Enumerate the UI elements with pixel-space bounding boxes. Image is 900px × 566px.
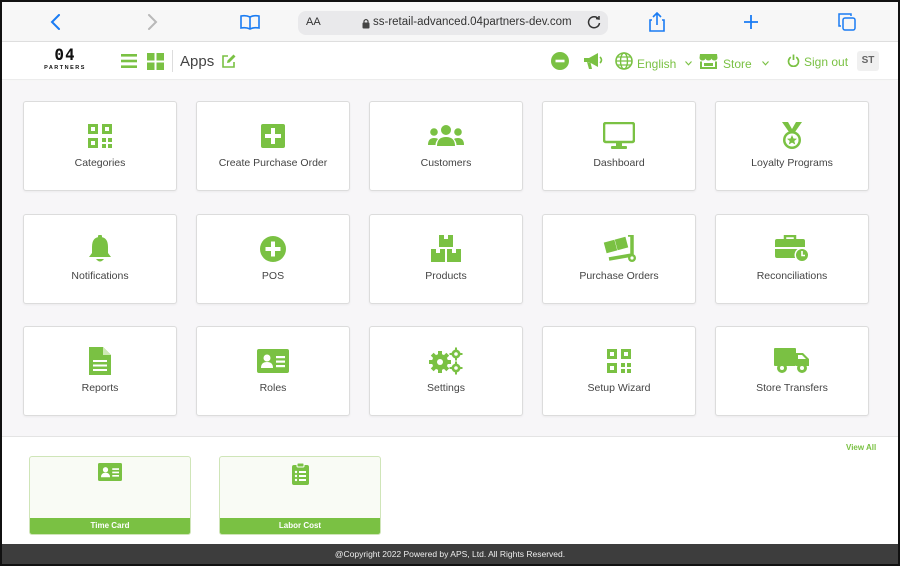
- plus-square-icon: [197, 122, 349, 150]
- url-text: ss-retail-advanced.04partners-dev.com: [373, 16, 572, 28]
- app-card-label: Create Purchase Order: [218, 157, 328, 169]
- app-card-settings[interactable]: Settings: [369, 326, 523, 416]
- app-card-store-transfers[interactable]: Store Transfers: [715, 326, 869, 416]
- edit-icon[interactable]: [222, 54, 236, 68]
- app-card-label: Reconciliations: [756, 270, 828, 282]
- app-card-label: Reports: [81, 382, 119, 394]
- dolly-icon: [543, 235, 695, 263]
- language-label: English: [637, 57, 677, 71]
- app-card-notifications[interactable]: Notifications: [23, 214, 177, 304]
- bell-icon: [24, 235, 176, 263]
- widget-label: Labor Cost: [220, 518, 380, 534]
- truck-icon: [716, 347, 868, 375]
- book-icon[interactable]: [238, 10, 262, 34]
- globe-icon[interactable]: [615, 52, 633, 70]
- apps-grid-icon[interactable]: [147, 53, 164, 70]
- app-card-label: Products: [425, 270, 467, 282]
- id-card-icon: [30, 463, 190, 481]
- boxes-icon: [370, 235, 522, 263]
- plus-circle-icon: [197, 235, 349, 263]
- app-card-label: Categories: [74, 157, 126, 169]
- view-all-link[interactable]: View All: [846, 443, 876, 452]
- app-card-label: Customers: [420, 157, 472, 169]
- hamburger-menu-icon[interactable]: [121, 53, 137, 69]
- app-card-label: Settings: [427, 382, 465, 394]
- share-icon[interactable]: [645, 10, 669, 34]
- app-card-label: Dashboard: [593, 157, 645, 169]
- new-tab-plus-icon[interactable]: [739, 10, 763, 34]
- medal-icon: [716, 122, 868, 150]
- app-card-pos[interactable]: POS: [196, 214, 350, 304]
- app-card-setup-wizard[interactable]: Setup Wizard: [542, 326, 696, 416]
- store-label: Store: [723, 57, 752, 71]
- sign-out-link[interactable]: Sign out: [804, 55, 848, 69]
- logo-main-text: 04: [54, 45, 76, 64]
- browser-toolbar: AA ss-retail-advanced.04partners-dev.com: [2, 2, 898, 42]
- address-bar[interactable]: AA ss-retail-advanced.04partners-dev.com: [298, 11, 608, 35]
- lock-icon: [362, 16, 370, 34]
- clipboard-list-icon: [220, 463, 380, 485]
- widget-label: Time Card: [30, 518, 190, 534]
- monitor-icon: [543, 122, 695, 150]
- power-icon[interactable]: [787, 54, 800, 67]
- app-card-label: Store Transfers: [756, 382, 828, 394]
- logo-sub-text: PARTNERS: [44, 65, 86, 71]
- text-size-button[interactable]: AA: [306, 16, 321, 28]
- app-header: 04 PARTNERS Apps English Store Sign out …: [2, 42, 898, 80]
- widget-labor-cost[interactable]: Labor Cost: [219, 456, 381, 535]
- chevron-down-icon: [762, 55, 769, 69]
- tabs-overview-icon[interactable]: [835, 10, 859, 34]
- store-icon[interactable]: [699, 53, 718, 69]
- app-card-label: Loyalty Programs: [751, 157, 833, 169]
- cogs-icon: [370, 347, 522, 375]
- app-card-reports[interactable]: Reports: [23, 326, 177, 416]
- app-card-label: Notifications: [71, 270, 129, 282]
- page-title: Apps: [180, 53, 215, 70]
- back-arrow-icon[interactable]: [44, 10, 68, 34]
- app-card-label: POS: [261, 270, 285, 282]
- brand-logo[interactable]: 04 PARTNERS: [40, 46, 90, 72]
- users-icon: [370, 122, 522, 150]
- app-window: AA ss-retail-advanced.04partners-dev.com…: [2, 2, 898, 564]
- app-card-create-purchase-order[interactable]: Create Purchase Order: [196, 101, 350, 191]
- app-card-customers[interactable]: Customers: [369, 101, 523, 191]
- app-card-roles[interactable]: Roles: [196, 326, 350, 416]
- id-card-icon: [197, 347, 349, 375]
- app-card-purchase-orders[interactable]: Purchase Orders: [542, 214, 696, 304]
- apps-grid: Categories Create Purchase Order Custome…: [2, 81, 898, 437]
- footer-copyright: @Copyright 2022 Powered by APS, Ltd. All…: [2, 544, 898, 564]
- chevron-down-icon: [684, 55, 692, 69]
- app-card-reconciliations[interactable]: Reconciliations: [715, 214, 869, 304]
- app-card-label: Roles: [259, 382, 287, 394]
- language-selector[interactable]: English: [637, 55, 692, 71]
- document-icon: [24, 347, 176, 375]
- app-card-products[interactable]: Products: [369, 214, 523, 304]
- minus-circle-icon[interactable]: [551, 52, 569, 70]
- store-selector[interactable]: Store: [723, 55, 769, 71]
- app-card-loyalty-programs[interactable]: Loyalty Programs: [715, 101, 869, 191]
- qr-grid-icon: [24, 122, 176, 150]
- briefcase-clock-icon: [716, 235, 868, 263]
- qr-grid-icon: [543, 347, 695, 375]
- app-card-categories[interactable]: Categories: [23, 101, 177, 191]
- megaphone-icon[interactable]: [583, 52, 603, 70]
- app-card-label: Purchase Orders: [579, 270, 659, 282]
- widget-time-card[interactable]: Time Card: [29, 456, 191, 535]
- reload-icon[interactable]: [586, 14, 602, 35]
- forward-arrow-icon[interactable]: [140, 10, 164, 34]
- app-card-dashboard[interactable]: Dashboard: [542, 101, 696, 191]
- app-card-label: Setup Wizard: [587, 382, 651, 394]
- header-divider: [172, 50, 173, 72]
- user-avatar[interactable]: ST: [857, 51, 879, 71]
